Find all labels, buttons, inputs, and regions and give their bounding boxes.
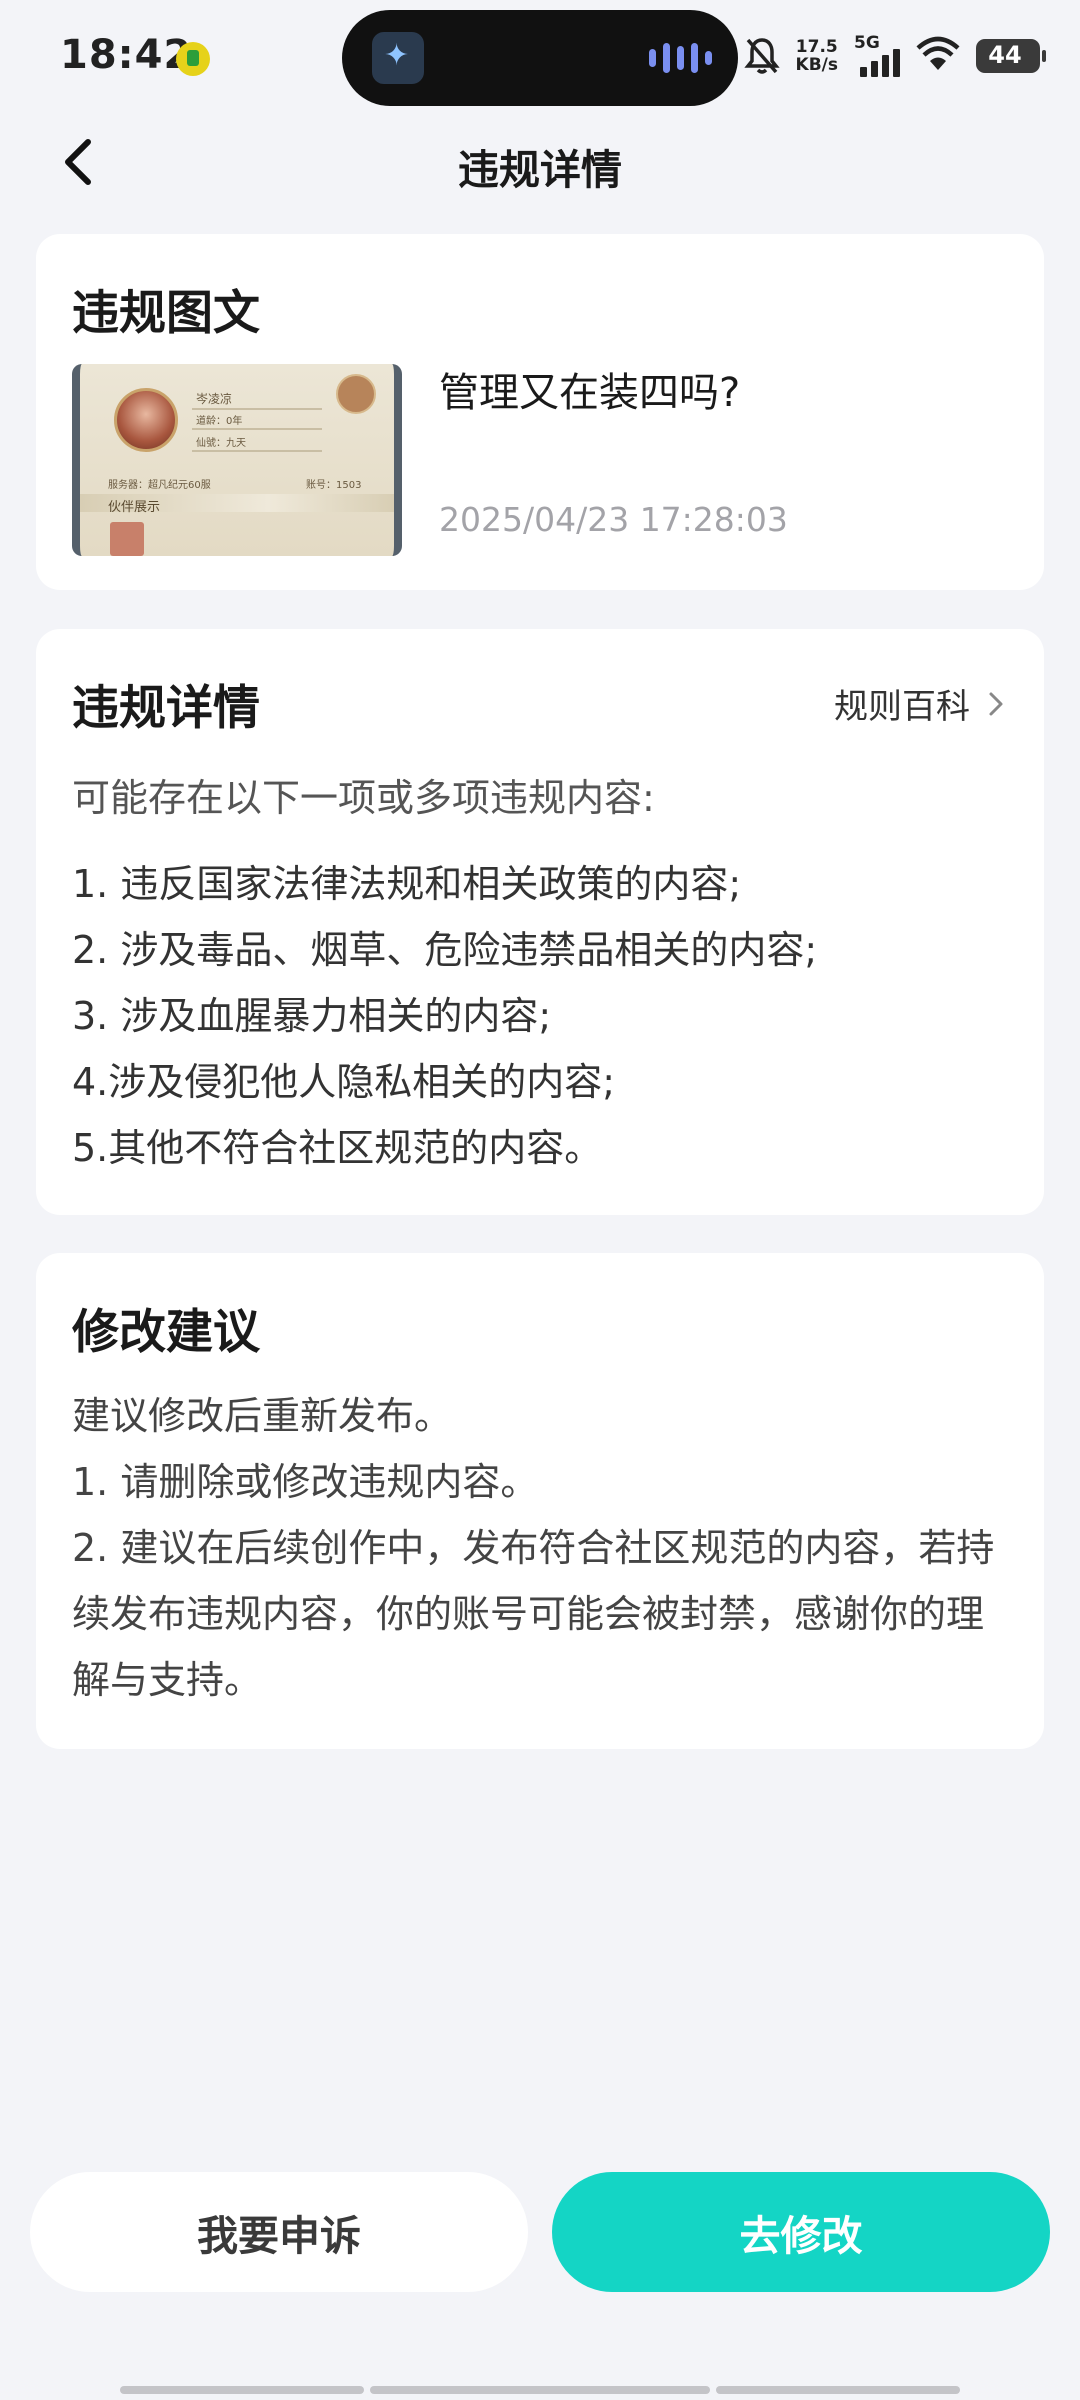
status-bar: 18:42 17.5 KB/s 5G 44: [0, 0, 1080, 110]
header: 违规详情: [0, 118, 1080, 204]
net-speed: 17.5 KB/s: [796, 38, 838, 74]
violation-item: 4.涉及侵犯他人隐私相关的内容;: [72, 1060, 616, 1104]
violation-item: 2. 涉及毒品、烟草、危险违禁品相关的内容;: [72, 928, 818, 972]
wifi-icon: [916, 36, 960, 76]
thumbnail-realm: 仙號：九天: [196, 438, 246, 449]
signal-icon: 5G: [854, 33, 900, 77]
nav-hint-left: [120, 2386, 364, 2394]
music-app-icon: [176, 42, 210, 76]
thumbnail-companion: [110, 522, 144, 556]
violation-list: 1. 违反国家法律法规和相关政策的内容; 2. 涉及毒品、烟草、危险违禁品相关的…: [72, 851, 817, 1181]
net-speed-value: 17.5: [795, 37, 838, 57]
suggestion-line: 2. 建议在后续创作中，发布符合社区规范的内容，若持续发布违规内容，你的账号可能…: [72, 1526, 995, 1702]
appeal-button[interactable]: 我要申诉: [30, 2172, 528, 2292]
thumbnail-badge: [336, 374, 376, 414]
thumbnail-tag: 伙伴展示: [108, 500, 161, 515]
post-thumbnail[interactable]: 岑凌凉 道龄：0年 仙號：九天 服务器：超凡纪元60服 账号：1503 伙伴展示: [72, 364, 402, 556]
battery-icon: 44: [976, 39, 1046, 73]
chevron-right-icon: [989, 692, 1003, 715]
nav-hint-right: [716, 2386, 960, 2394]
suggestion-card: 修改建议 建议修改后重新发布。 1. 请删除或修改违规内容。 2. 建议在后续创…: [36, 1253, 1044, 1749]
rules-wiki-label: 规则百科: [834, 687, 970, 727]
island-app-icon: [372, 32, 424, 84]
violation-post-card: 违规图文 岑凌凉 道龄：0年 仙號：九天 服务器：超凡纪元60服 账号：1503…: [36, 234, 1044, 590]
violation-post-title: 违规图文: [72, 286, 260, 341]
page-title: 违规详情: [458, 146, 622, 194]
rules-wiki-link[interactable]: 规则百科: [834, 679, 1004, 728]
net-speed-unit: KB/s: [795, 55, 838, 75]
violation-item: 1. 违反国家法律法规和相关政策的内容;: [72, 862, 742, 906]
thumbnail-age: 道龄：0年: [196, 416, 243, 427]
suggestion-title: 修改建议: [72, 1305, 260, 1360]
battery-level: 44: [988, 41, 1022, 69]
violation-intro: 可能存在以下一项或多项违规内容:: [72, 776, 655, 820]
violation-detail-title: 违规详情: [72, 681, 260, 736]
post-title[interactable]: 管理又在装四吗?: [439, 360, 740, 418]
nav-hint-center[interactable]: [370, 2386, 710, 2394]
suggestion-line: 建议修改后重新发布。: [72, 1394, 453, 1438]
violation-detail-card: 违规详情 规则百科 可能存在以下一项或多项违规内容: 1. 违反国家法律法规和相…: [36, 629, 1044, 1215]
thumbnail-avatar: [114, 388, 178, 452]
thumbnail-account: 账号：1503: [306, 480, 362, 491]
audio-wave-icon: [649, 40, 712, 76]
violation-item: 5.其他不符合社区规范的内容。: [72, 1126, 603, 1170]
post-timestamp: 2025/04/23 17:28:03: [439, 500, 788, 539]
suggestion-line: 1. 请删除或修改违规内容。: [72, 1460, 539, 1504]
thumbnail-name: 岑凌凉: [196, 392, 233, 406]
thumbnail-server: 服务器：超凡纪元60服: [108, 480, 211, 491]
violation-item: 3. 涉及血腥暴力相关的内容;: [72, 994, 552, 1038]
suggestion-text: 建议修改后重新发布。 1. 请删除或修改违规内容。 2. 建议在后续创作中，发布…: [72, 1383, 1012, 1713]
status-time: 18:42: [60, 32, 193, 78]
dynamic-island[interactable]: [342, 10, 738, 106]
mute-bell-icon: [743, 36, 780, 76]
modify-button[interactable]: 去修改: [552, 2172, 1050, 2292]
